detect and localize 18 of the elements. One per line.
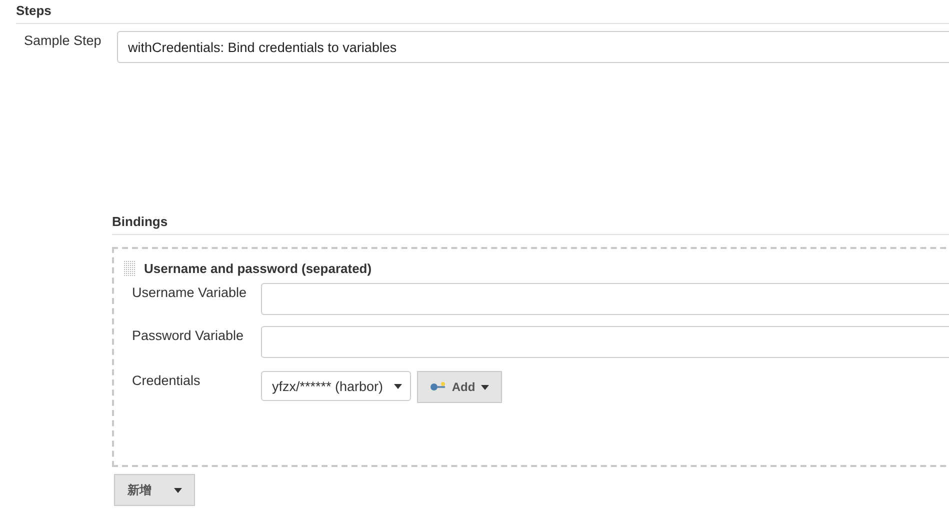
field-label: Password Variable (131, 327, 245, 343)
add-step-button[interactable]: 新增 (114, 474, 195, 506)
field-label: Sample Step (23, 32, 102, 48)
binding-title: Username and password (separated) (144, 261, 372, 276)
dropdown-caret-icon (394, 384, 402, 388)
text-input[interactable] (261, 326, 949, 358)
caret-icon (174, 488, 182, 492)
key-icon (430, 382, 446, 392)
section-title: Bindings (112, 211, 949, 235)
sample-step-select[interactable]: withCredentials: Bind credentials to variables (117, 31, 949, 63)
add-button[interactable]: Add (417, 371, 502, 403)
credentials-select[interactable]: yfzx/****** (harbor) (261, 371, 411, 401)
drag-handle-icon[interactable] (124, 261, 136, 277)
field-label: Username Variable (131, 284, 248, 300)
section-title: Steps (16, 0, 949, 24)
field-label: Credentials (131, 372, 202, 388)
caret-icon (481, 384, 490, 390)
text-input[interactable] (261, 283, 949, 315)
